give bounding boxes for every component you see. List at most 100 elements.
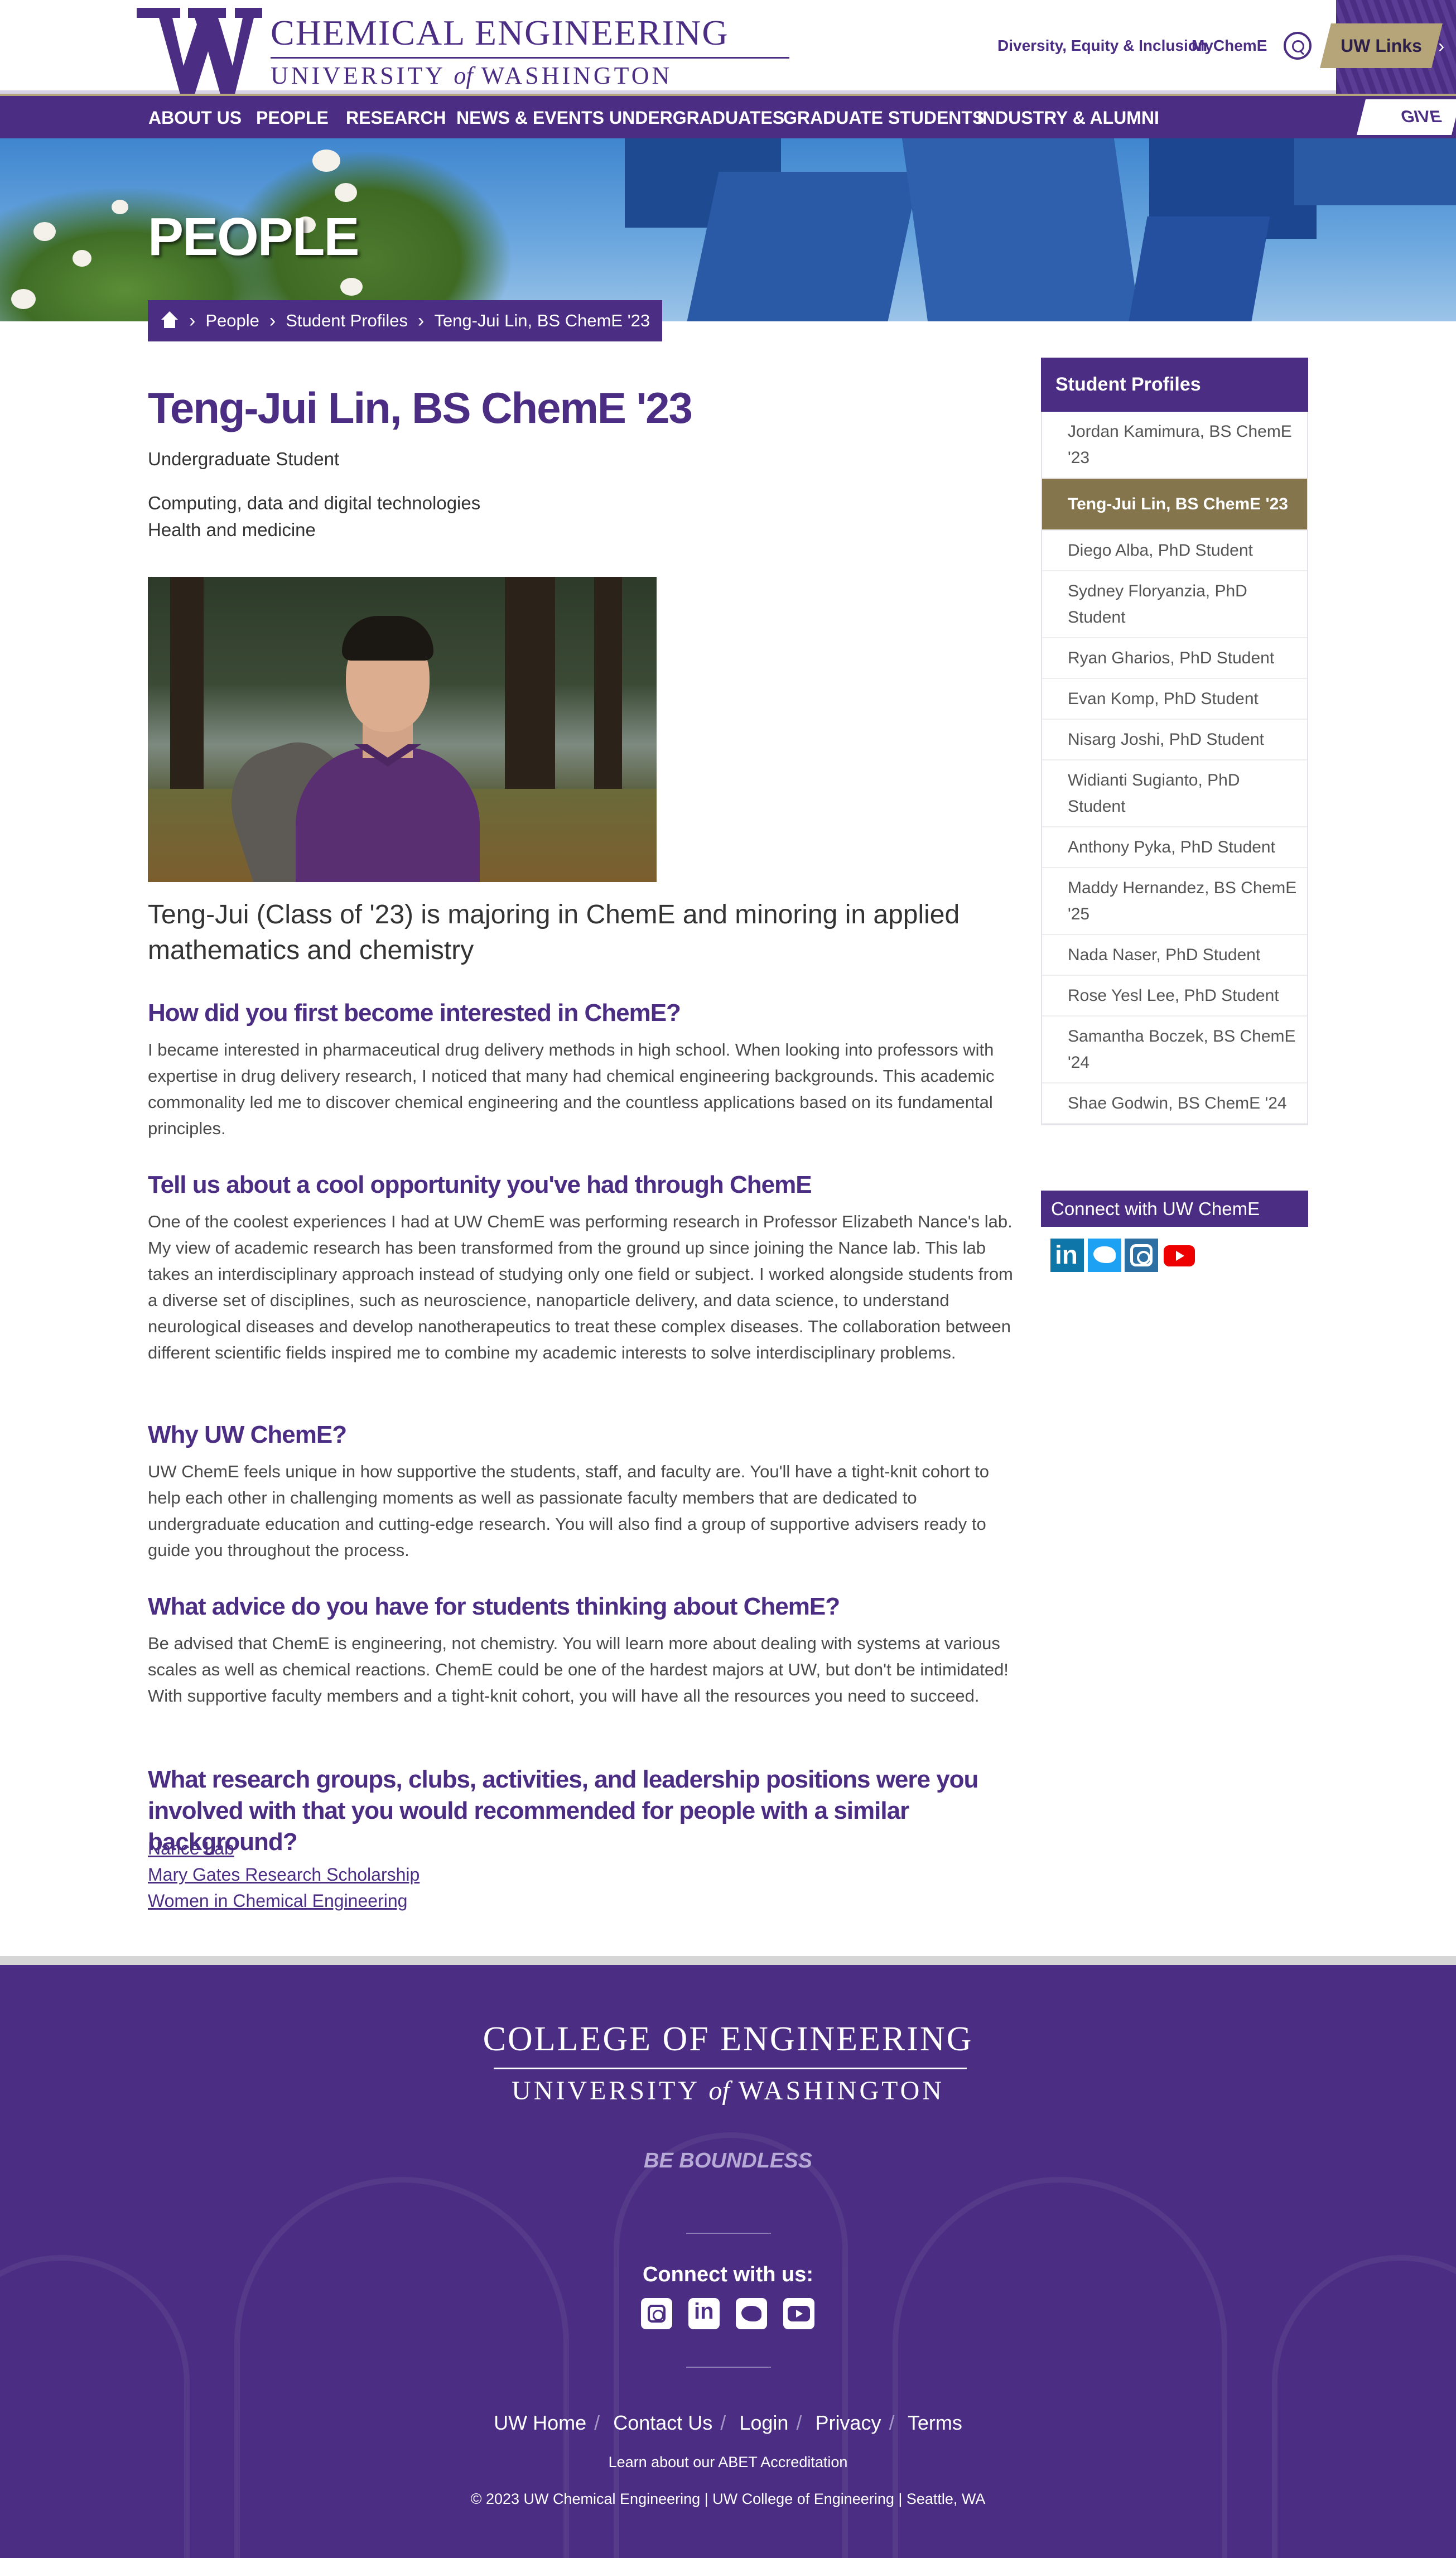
footer-college-name[interactable]: COLLEGE OF ENGINEERING bbox=[0, 2020, 1456, 2059]
footer-link-contact-us[interactable]: Contact Us bbox=[613, 2411, 712, 2434]
home-icon[interactable] bbox=[160, 311, 179, 330]
linkedin-icon[interactable]: in bbox=[1050, 1239, 1084, 1272]
blossom bbox=[112, 200, 128, 214]
sculpture-block bbox=[1294, 138, 1456, 205]
blossom bbox=[340, 278, 363, 296]
youtube-icon[interactable] bbox=[1161, 1239, 1195, 1272]
nav-people[interactable]: PEOPLE bbox=[256, 96, 329, 139]
site-header: CHEMICAL ENGINEERING UNIVERSITY of WASHI… bbox=[0, 0, 1456, 94]
answer-text: I became interested in pharmaceutical dr… bbox=[148, 1040, 995, 1138]
page-title: Teng-Jui Lin, BS ChemE '23 bbox=[148, 383, 693, 432]
chevron-right-icon: › bbox=[269, 310, 276, 331]
link-nance-lab[interactable]: Nance Lab bbox=[148, 1836, 420, 1862]
footer-link-privacy[interactable]: Privacy bbox=[815, 2411, 881, 2434]
blossom bbox=[33, 222, 56, 241]
main-nav: ABOUT US PEOPLE RESEARCH NEWS & EVENTS U… bbox=[0, 94, 1456, 162]
footer-separator bbox=[686, 2367, 771, 2368]
footer-copyright: © 2023 UW Chemical Engineering | UW Coll… bbox=[470, 2490, 986, 2507]
instagram-icon[interactable] bbox=[1125, 1239, 1158, 1272]
footer-building-decoration bbox=[1272, 2255, 1456, 2558]
sidebar-item[interactable]: Anthony Pyka, PhD Student bbox=[1042, 827, 1307, 868]
link-mary-gates-scholarship[interactable]: Mary Gates Research Scholarship bbox=[148, 1862, 420, 1888]
chevron-right-icon: › bbox=[189, 310, 196, 331]
photo-tree-trunk bbox=[594, 577, 622, 789]
question-heading: How did you first become interested in C… bbox=[148, 999, 681, 1027]
breadcrumb-student-profiles[interactable]: Student Profiles bbox=[286, 311, 408, 331]
sidebar-profile-list: Jordan Kamimura, BS ChemE '23 Teng-Jui L… bbox=[1041, 412, 1308, 1125]
nav-graduate-students[interactable]: GRADUATE STUDENTS bbox=[783, 96, 984, 139]
link-women-in-cheme[interactable]: Women in Chemical Engineering bbox=[148, 1888, 420, 1914]
breadcrumb-people[interactable]: People bbox=[205, 311, 259, 331]
breadcrumb: › People › Student Profiles › Teng-Jui L… bbox=[148, 300, 663, 341]
sidebar-item-active[interactable]: Teng-Jui Lin, BS ChemE '23 bbox=[1042, 479, 1307, 531]
footer-connect-heading: Connect with us: bbox=[642, 2263, 814, 2286]
footer-building-decoration bbox=[0, 2255, 190, 2558]
site-footer: COLLEGE OF ENGINEERING UNIVERSITY of WAS… bbox=[0, 1965, 1456, 2558]
nav-industry-alumni[interactable]: INDUSTRY & ALUMNI bbox=[977, 96, 1159, 139]
nav-research[interactable]: RESEARCH bbox=[346, 96, 446, 139]
uw-links-button[interactable]: UW Links bbox=[1320, 23, 1443, 68]
instagram-icon[interactable] bbox=[641, 2298, 672, 2329]
profile-photo bbox=[148, 577, 657, 882]
sculpture-block bbox=[687, 172, 920, 321]
footer-link-terms[interactable]: Terms bbox=[908, 2411, 962, 2434]
sidebar-item[interactable]: Widianti Sugianto, PhD Student bbox=[1042, 760, 1307, 827]
uw-w-logo-icon bbox=[137, 8, 262, 94]
question-heading: Why UW ChemE? bbox=[148, 1421, 347, 1448]
footer-links: UW Home / Contact Us / Login / Privacy / Ter… bbox=[494, 2411, 962, 2434]
chevron-right-icon: › bbox=[418, 310, 425, 331]
twitter-icon[interactable] bbox=[1088, 1239, 1121, 1272]
sculpture-block bbox=[1129, 216, 1270, 321]
mycheme-link[interactable]: MyChemE bbox=[1192, 37, 1267, 55]
give-button[interactable]: GIVE ♡ bbox=[1357, 99, 1456, 162]
connect-heading: Connect with UW ChemE bbox=[1041, 1191, 1308, 1227]
profile-tags: Computing, data and digital technologies… bbox=[148, 490, 480, 543]
footer-abet-link[interactable]: Learn about our ABET Accreditation bbox=[0, 2454, 1456, 2471]
blossom bbox=[73, 250, 91, 267]
profile-intro: Teng-Jui (Class of '23) is majoring in C… bbox=[148, 900, 960, 965]
logo-department: CHEMICAL ENGINEERING bbox=[271, 13, 729, 52]
logo-university: UNIVERSITY of WASHINGTON bbox=[271, 62, 673, 89]
sidebar-item[interactable]: Shae Godwin, BS ChemE '24 bbox=[1042, 1083, 1307, 1124]
sidebar-item[interactable]: Maddy Hernandez, BS ChemE '25 bbox=[1042, 868, 1307, 935]
profile-tag: Health and medicine bbox=[148, 519, 316, 540]
sculpture-block bbox=[901, 138, 1140, 321]
logo-divider bbox=[271, 57, 789, 59]
linkedin-icon[interactable]: in bbox=[688, 2298, 720, 2329]
photo-tree-trunk bbox=[170, 577, 204, 800]
footer-tagline: BE BOUNDLESS bbox=[644, 2149, 812, 2172]
cheme-logo[interactable]: CHEMICAL ENGINEERING UNIVERSITY of WASHI… bbox=[137, 8, 789, 94]
nav-undergraduates[interactable]: UNDERGRADUATES bbox=[609, 96, 784, 139]
sidebar-item[interactable]: Nisarg Joshi, PhD Student bbox=[1042, 720, 1307, 760]
sidebar-item[interactable]: Diego Alba, PhD Student bbox=[1042, 531, 1307, 571]
nav-news-events[interactable]: NEWS & EVENTS bbox=[456, 96, 604, 139]
youtube-icon[interactable] bbox=[783, 2298, 814, 2329]
sidebar-item[interactable]: Nada Naser, PhD Student bbox=[1042, 935, 1307, 976]
footer-separator bbox=[686, 2233, 771, 2234]
hero-banner: PEOPLE bbox=[0, 138, 1456, 321]
involvement-links: Nance Lab Mary Gates Research Scholarshi… bbox=[148, 1836, 420, 1914]
hero-title: PEOPLE bbox=[148, 207, 359, 267]
blossom bbox=[11, 289, 36, 309]
chevron-right-icon: › bbox=[1438, 36, 1445, 57]
footer-divider bbox=[0, 1956, 1456, 1965]
sidebar-item[interactable]: Rose Yesl Lee, PhD Student bbox=[1042, 976, 1307, 1017]
sidebar-item[interactable]: Samantha Boczek, BS ChemE '24 bbox=[1042, 1017, 1307, 1083]
sidebar-item[interactable]: Jordan Kamimura, BS ChemE '23 bbox=[1042, 412, 1307, 479]
sidebar-title: Student Profiles bbox=[1041, 358, 1308, 412]
question-heading: Tell us about a cool opportunity you've … bbox=[148, 1171, 812, 1198]
footer-link-login[interactable]: Login bbox=[739, 2411, 788, 2434]
blossom bbox=[335, 183, 357, 202]
photo-person-hair bbox=[342, 616, 433, 661]
dei-link[interactable]: Diversity, Equity & Inclusion bbox=[997, 37, 1207, 55]
sidebar-item[interactable]: Evan Komp, PhD Student bbox=[1042, 679, 1307, 720]
sidebar-item[interactable]: Ryan Gharios, PhD Student bbox=[1042, 638, 1307, 679]
answer-text: Be advised that ChemE is engineering, no… bbox=[148, 1634, 1009, 1706]
twitter-icon[interactable] bbox=[736, 2298, 767, 2329]
footer-link-uw-home[interactable]: UW Home bbox=[494, 2411, 586, 2434]
nav-about-us[interactable]: ABOUT US bbox=[148, 96, 242, 139]
photo-person-shirt bbox=[296, 747, 480, 882]
search-icon[interactable] bbox=[1284, 32, 1312, 60]
sidebar-item[interactable]: Sydney Floryanzia, PhD Student bbox=[1042, 571, 1307, 638]
profile-role: Undergraduate Student bbox=[148, 449, 340, 469]
